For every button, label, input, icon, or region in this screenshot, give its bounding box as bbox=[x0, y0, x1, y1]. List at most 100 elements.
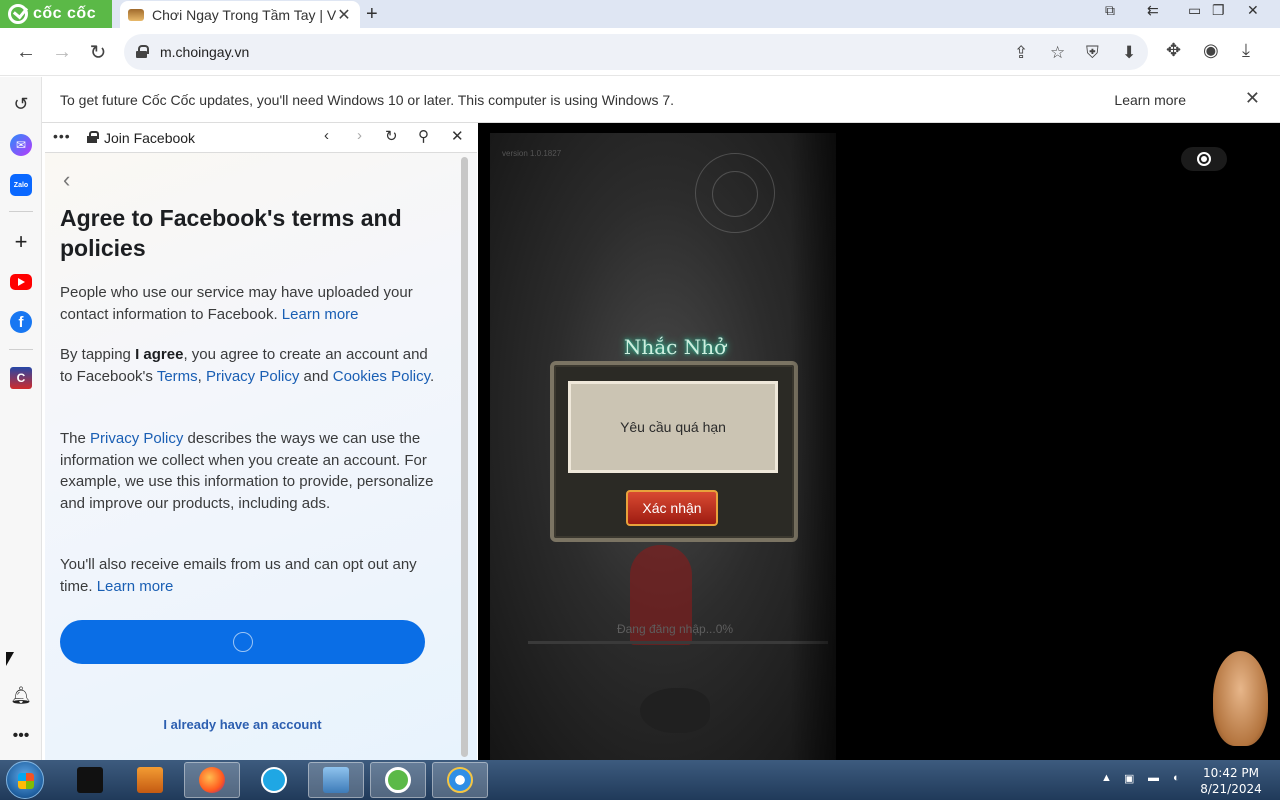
coccoc-logo-icon bbox=[8, 4, 28, 24]
sidebar-divider bbox=[9, 349, 33, 350]
coccoc-taskbar-icon bbox=[385, 767, 411, 793]
firefox-icon bbox=[199, 767, 225, 793]
rat-figure bbox=[640, 688, 710, 733]
separator-text: and bbox=[299, 367, 333, 385]
infobar-close-icon[interactable]: ✕ bbox=[1245, 88, 1260, 109]
restore-icon[interactable]: ❐ bbox=[1212, 2, 1225, 19]
forward-icon[interactable]: → bbox=[49, 39, 75, 65]
eye-toggle-icon[interactable] bbox=[1181, 147, 1227, 171]
side-panel-title: Join Facebook bbox=[104, 130, 196, 146]
zalo-icon[interactable]: Zalo bbox=[10, 174, 32, 196]
download-page-icon[interactable]: ⬇ bbox=[1122, 43, 1136, 63]
infobar-learn-more-link[interactable]: Learn more bbox=[1114, 92, 1186, 108]
i-agree-button[interactable] bbox=[60, 620, 425, 664]
title-bar: cốc cốc Chơi Ngay Trong Tầm Tay | V ✕ + … bbox=[0, 0, 1280, 28]
learn-more-link[interactable]: Learn more bbox=[282, 306, 359, 323]
taskbar-app-coccoc[interactable] bbox=[370, 762, 426, 798]
tray-expand-icon[interactable]: ▲ bbox=[1101, 772, 1112, 784]
youtube-icon[interactable] bbox=[10, 274, 32, 290]
hamster-mascot[interactable] bbox=[1213, 651, 1268, 746]
notifications-bell-icon[interactable]: 🔔︎ bbox=[10, 685, 32, 707]
infobar-message: To get future Cốc Cốc updates, you'll ne… bbox=[60, 92, 675, 108]
period-text: . bbox=[430, 367, 435, 385]
agree-text: By tapping bbox=[60, 346, 136, 363]
facebook-side-panel: ••• Join Facebook ‹ › ↻ ⚲ ✕ ‹ Agree to F… bbox=[45, 123, 477, 760]
facebook-icon[interactable]: f bbox=[10, 311, 32, 333]
system-clock[interactable]: 10:42 PM 8/21/2024 bbox=[1196, 765, 1266, 797]
lock-icon[interactable] bbox=[136, 45, 149, 58]
active-tab[interactable]: Chơi Ngay Trong Tầm Tay | V ✕ bbox=[120, 1, 360, 28]
learn-more-link[interactable]: Learn more bbox=[97, 578, 174, 595]
cast-icon[interactable]: ⧉ bbox=[1105, 2, 1115, 19]
contact-info-paragraph: People who use our service may have uplo… bbox=[60, 282, 435, 325]
address-bar[interactable]: m.choingay.vn ⇪ ☆ ⛨ ⬇ bbox=[124, 34, 1148, 70]
internet-explorer-icon bbox=[447, 767, 473, 793]
bookmark-star-icon[interactable]: ☆ bbox=[1050, 43, 1065, 63]
panel-more-icon[interactable]: ••• bbox=[53, 128, 71, 144]
cookies-policy-link[interactable]: Cookies Policy bbox=[333, 368, 430, 385]
player-icon bbox=[137, 767, 163, 793]
spider-web-icon bbox=[712, 171, 758, 217]
history-icon[interactable]: ↺ bbox=[10, 93, 32, 115]
profile-icon[interactable]: ◉ bbox=[1203, 40, 1219, 61]
agree-paragraph: By tapping I agree, you agree to create … bbox=[60, 344, 435, 387]
panel-close-icon[interactable]: ✕ bbox=[451, 127, 464, 145]
contact-info-text: People who use our service may have uplo… bbox=[60, 284, 413, 323]
dialog-title: Nhắc Nhở bbox=[623, 335, 727, 359]
loading-spinner-icon bbox=[232, 632, 253, 652]
back-icon[interactable]: ← bbox=[13, 39, 39, 65]
taskbar-app-photos[interactable] bbox=[308, 762, 364, 798]
panel-scrollbar[interactable] bbox=[461, 157, 468, 757]
panel-lock-icon bbox=[87, 131, 99, 143]
media-box-icon bbox=[77, 767, 103, 793]
new-tab-icon[interactable]: + bbox=[366, 3, 378, 26]
taskbar-app-player[interactable] bbox=[122, 762, 178, 798]
have-account-link[interactable]: I already have an account bbox=[60, 717, 425, 732]
coccoc-menu-button[interactable]: cốc cốc bbox=[0, 0, 112, 28]
add-app-icon[interactable]: + bbox=[10, 229, 32, 254]
start-button[interactable] bbox=[6, 761, 44, 799]
taskbar-app-firefox[interactable] bbox=[184, 762, 240, 798]
confirm-button[interactable]: Xác nhận bbox=[626, 490, 718, 526]
game-favicon-icon bbox=[128, 8, 144, 21]
taskbar-app-media[interactable] bbox=[62, 762, 118, 798]
windows-taskbar: ▲ ▣ ▬ ◐ 10:42 PM 8/21/2024 bbox=[0, 760, 1280, 800]
reload-icon[interactable]: ↻ bbox=[85, 39, 111, 65]
tray-app-icon[interactable]: ▣ bbox=[1124, 772, 1134, 785]
network-icon[interactable]: ▬ bbox=[1148, 772, 1159, 784]
extensions-icon[interactable]: ✥ bbox=[1166, 40, 1181, 61]
coccoc-app-icon[interactable]: C bbox=[10, 367, 32, 389]
privacy-policy-link[interactable]: Privacy Policy bbox=[90, 430, 183, 447]
game-viewport[interactable]: version 1.0.1827 Nhắc Nhở Yêu cầu quá hạ… bbox=[478, 123, 1280, 760]
clock-date: 8/21/2024 bbox=[1200, 782, 1262, 796]
privacy-paragraph: The Privacy Policy describes the ways we… bbox=[60, 428, 435, 514]
i-agree-bold: I agree bbox=[135, 346, 184, 363]
panel-reload-icon[interactable]: ↻ bbox=[385, 127, 398, 145]
panel-pin-icon[interactable]: ⚲ bbox=[418, 127, 429, 145]
tab-close-icon[interactable]: ✕ bbox=[336, 5, 352, 25]
privacy-policy-link[interactable]: Privacy Policy bbox=[206, 368, 299, 385]
update-infobar: To get future Cốc Cốc updates, you'll ne… bbox=[42, 77, 1280, 123]
shield-extension-icon[interactable]: ⛨ bbox=[1086, 43, 1099, 63]
panel-back-icon[interactable]: ‹ bbox=[324, 127, 329, 144]
photos-icon bbox=[323, 767, 349, 793]
minimize-icon[interactable]: ▭ bbox=[1188, 2, 1201, 19]
messenger-icon[interactable]: ✉ bbox=[10, 134, 32, 156]
fb-back-chevron-icon[interactable]: ‹ bbox=[63, 167, 70, 193]
sidebar-more-icon[interactable]: ••• bbox=[10, 725, 32, 747]
share-icon[interactable]: ⇪ bbox=[1014, 43, 1028, 63]
side-panel-header: ••• Join Facebook ‹ › ↻ ⚲ ✕ bbox=[45, 123, 477, 153]
terms-link[interactable]: Terms bbox=[157, 368, 198, 385]
volume-icon[interactable]: ◐ bbox=[1173, 772, 1180, 784]
dialog-message: Yêu cầu quá hạn bbox=[568, 381, 778, 473]
browser-toolbar: ← → ↻ m.choingay.vn ⇪ ☆ ⛨ ⬇ ✥ ◉ ⤓ bbox=[0, 28, 1280, 76]
game-scene: version 1.0.1827 Nhắc Nhở Yêu cầu quá hạ… bbox=[490, 133, 870, 760]
downloads-icon[interactable]: ⤓ bbox=[1242, 40, 1250, 61]
window-close-icon[interactable]: ✕ bbox=[1247, 2, 1259, 19]
back-arrow-icon[interactable]: ⇇ bbox=[1147, 2, 1159, 19]
panel-forward-icon[interactable]: › bbox=[357, 127, 362, 144]
taskbar-app-telegram[interactable] bbox=[246, 762, 302, 798]
mouse-cursor-icon bbox=[6, 652, 14, 666]
emails-paragraph: You'll also receive emails from us and c… bbox=[60, 554, 435, 597]
taskbar-app-ie[interactable] bbox=[432, 762, 488, 798]
